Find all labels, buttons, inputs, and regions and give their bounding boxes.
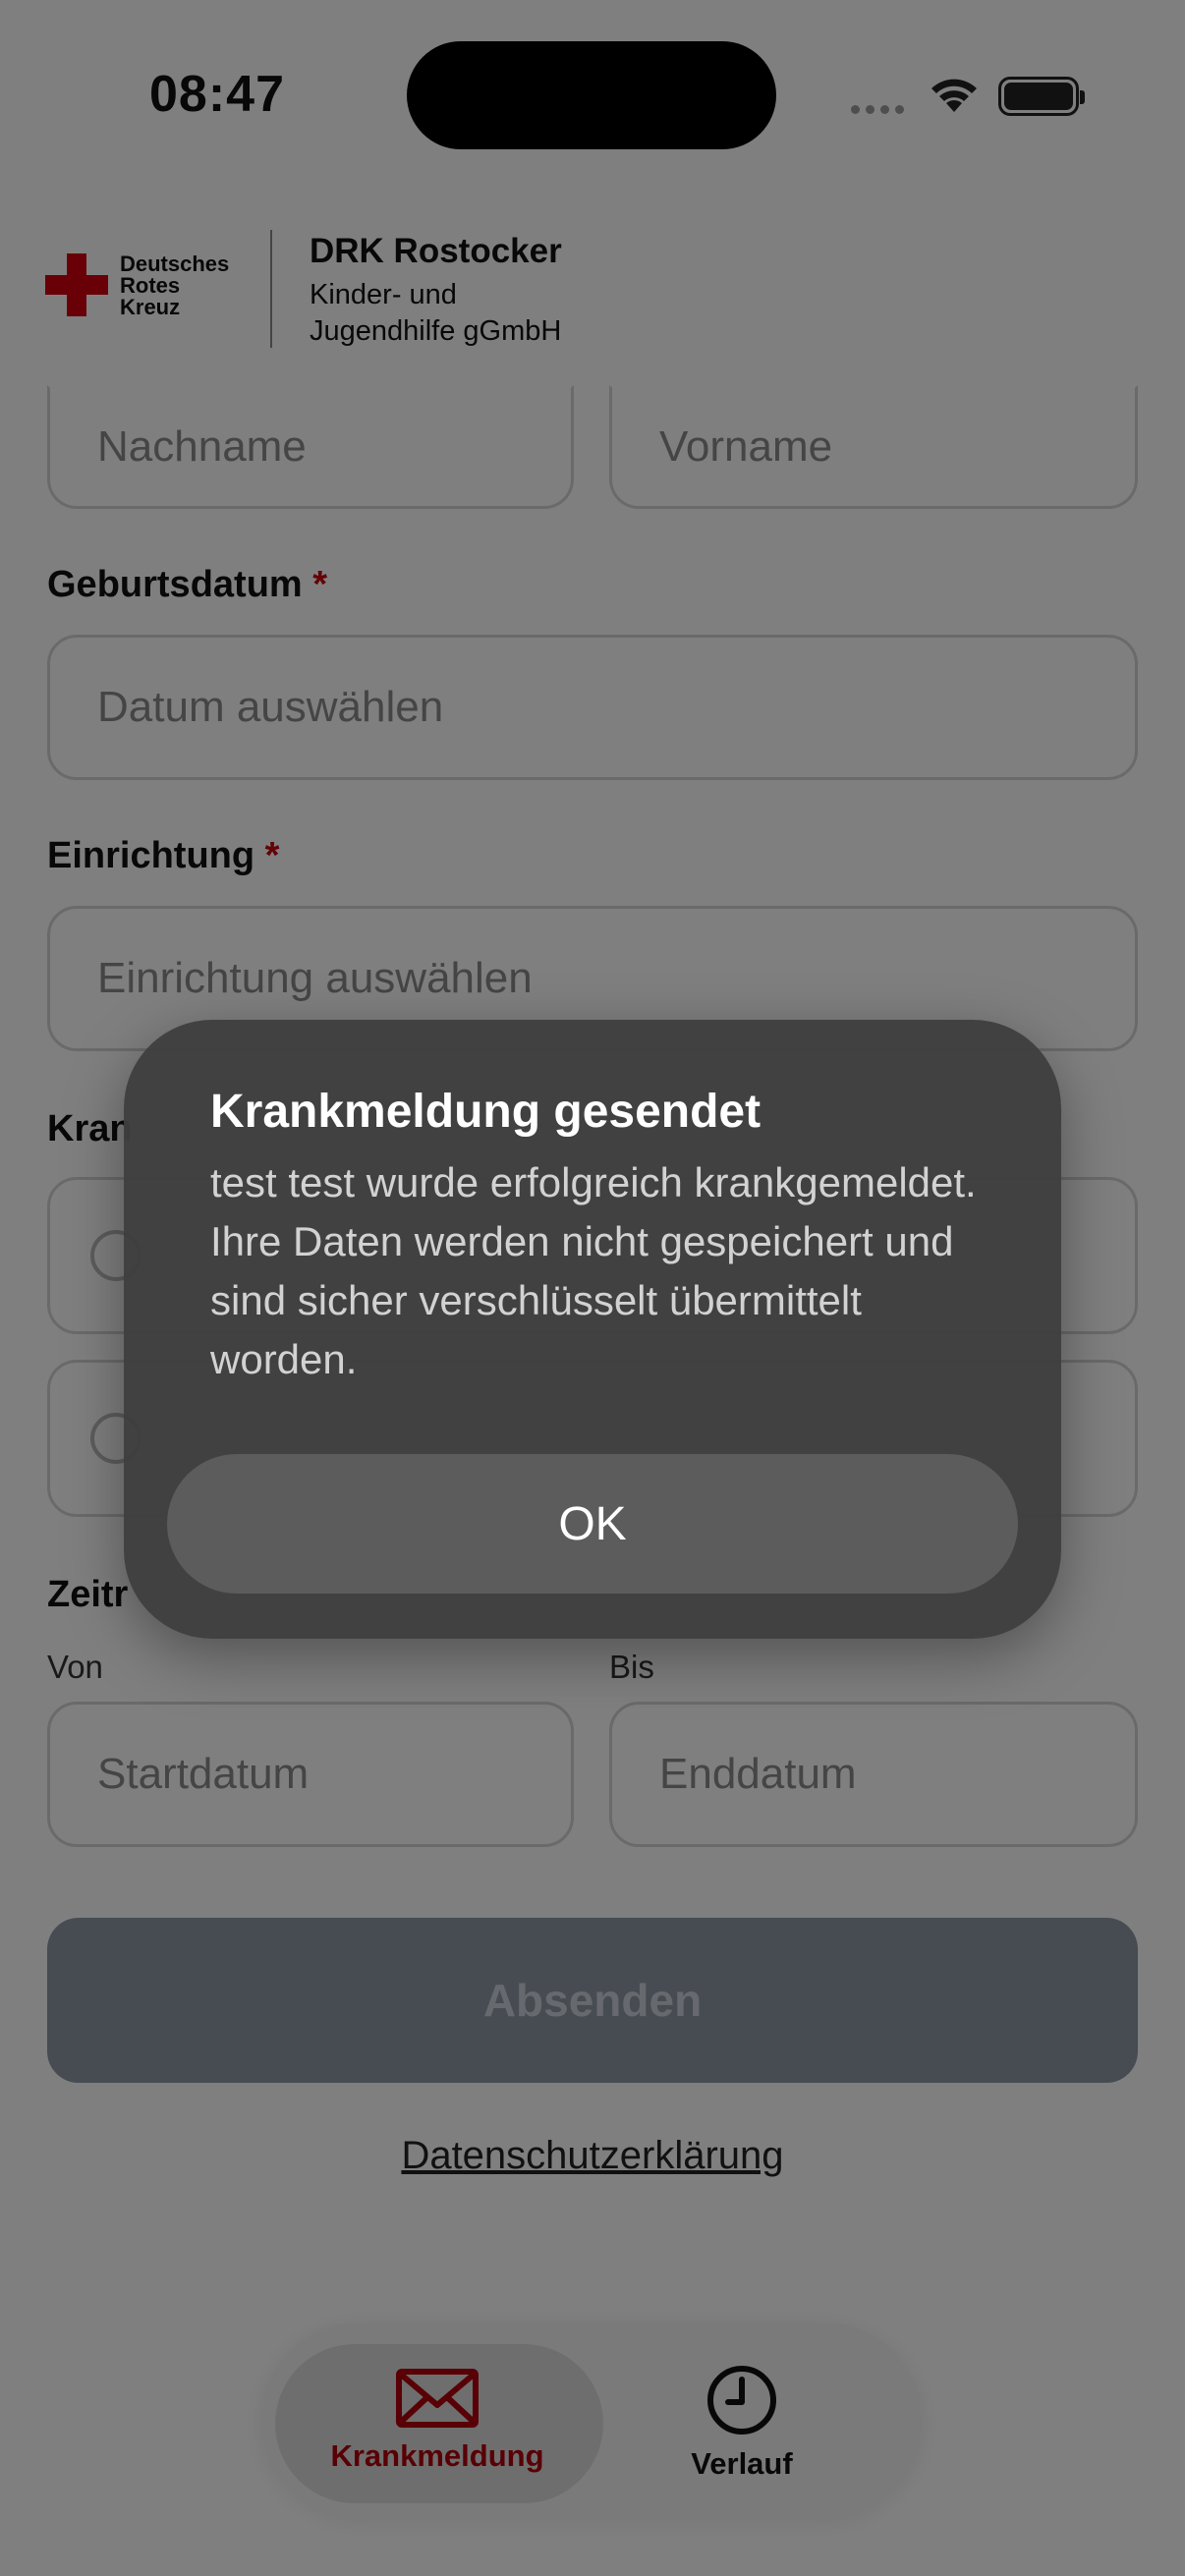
dialog-message: test test wurde erfolgreich krankgemelde… (210, 1159, 977, 1382)
alert-dialog: Krankmeldung gesendet test test wurde er… (124, 1020, 1061, 1639)
dialog-title: Krankmeldung gesendet (210, 1086, 762, 1138)
ok-button[interactable]: OK (167, 1454, 1018, 1594)
